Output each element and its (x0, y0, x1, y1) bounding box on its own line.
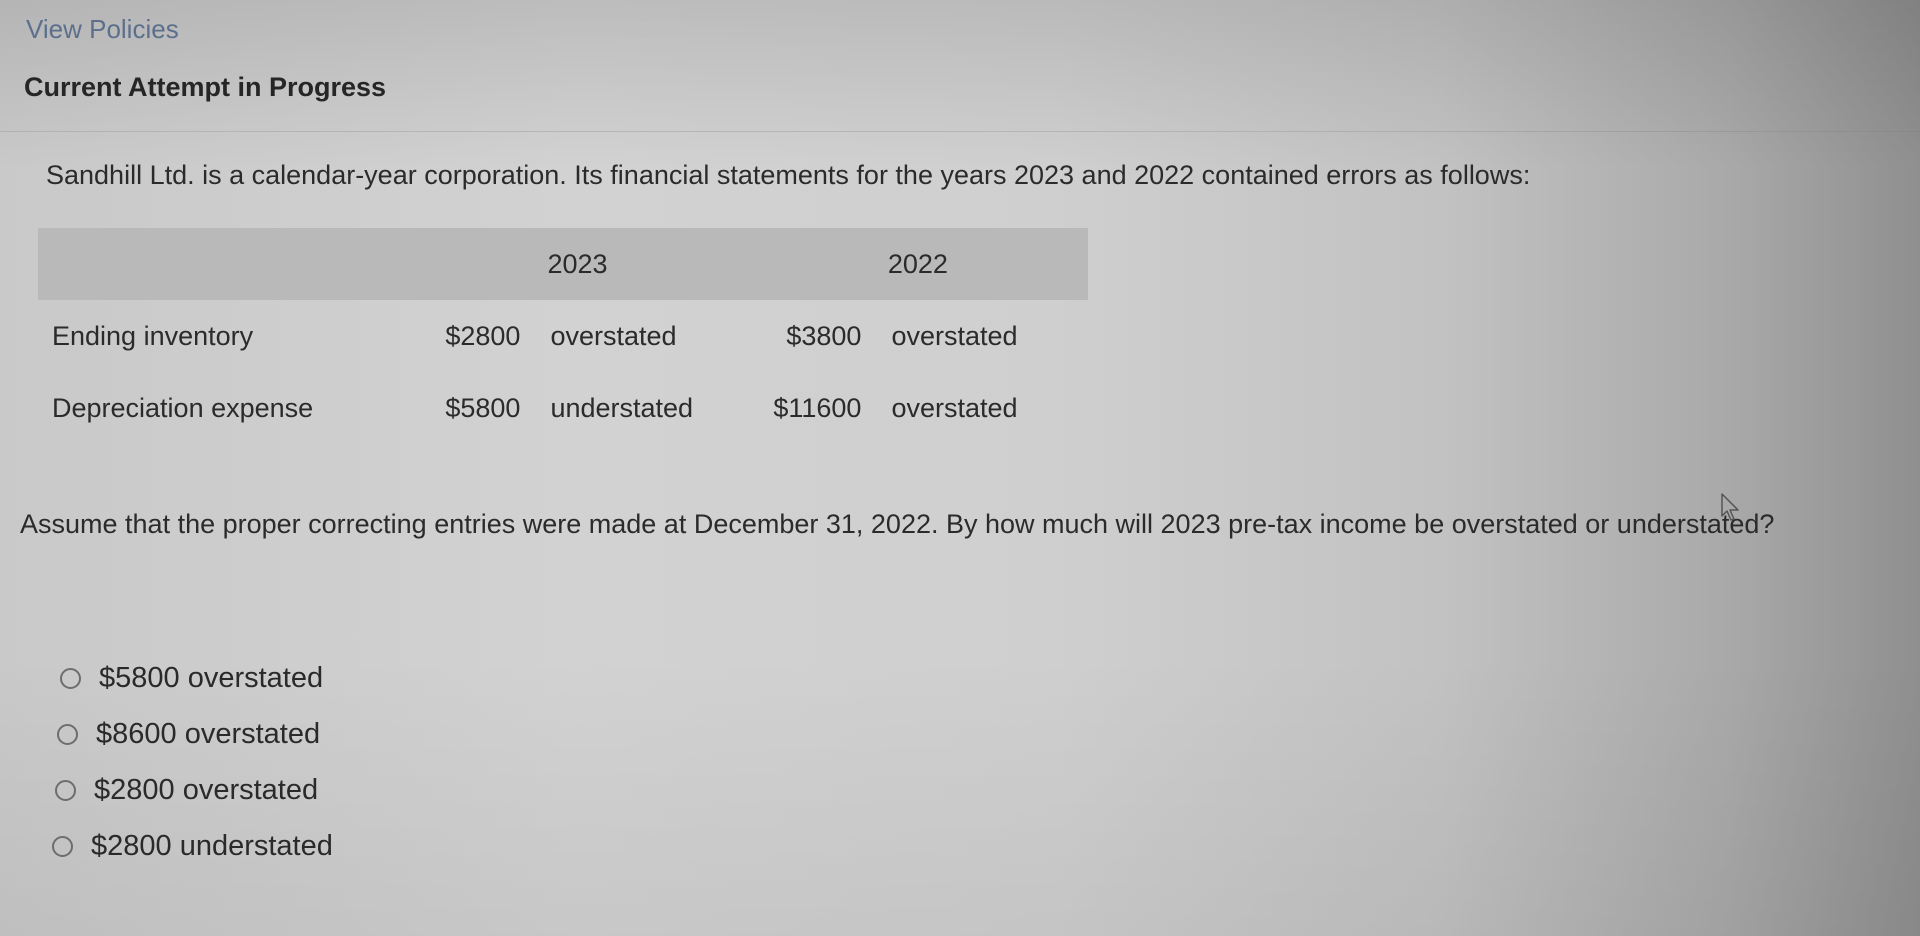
question-text: Assume that the proper correcting entrie… (20, 509, 1775, 539)
radio-icon[interactable] (57, 723, 78, 745)
answer-option[interactable]: $8600 overstated (57, 706, 333, 762)
answer-option-label[interactable]: $2800 overstated (94, 774, 318, 807)
answer-option[interactable]: $2800 overstated (55, 762, 333, 818)
problem-intro: Sandhill Ltd. is a calendar-year corpora… (46, 160, 1531, 190)
direction-2023: overstated (550, 320, 677, 351)
row-label: Depreciation expense (52, 392, 314, 423)
radio-icon[interactable] (60, 667, 81, 689)
answer-option[interactable]: $2800 understated (52, 818, 333, 874)
radio-icon[interactable] (55, 779, 76, 801)
table-row: Depreciation expense $5800 understated $… (38, 372, 1088, 444)
row-label: Ending inventory (52, 320, 254, 351)
radio-icon[interactable] (52, 835, 73, 857)
amount-2022: $3800 (786, 320, 862, 351)
answer-options: $5800 overstated $8600 overstated $2800 … (52, 650, 333, 874)
mouse-pointer-icon (1721, 493, 1739, 521)
direction-2023: understated (550, 392, 694, 423)
header-divider (0, 131, 1920, 132)
errors-table: 2023 2022 Ending inventory $2800 oversta… (38, 228, 1088, 444)
view-policies-link[interactable]: View Policies (26, 14, 179, 45)
amount-2023: $2800 (445, 320, 521, 351)
table-header-2023: 2023 (547, 248, 608, 279)
answer-option-label[interactable]: $8600 overstated (96, 718, 320, 751)
table-row: Ending inventory $2800 overstated $3800 … (38, 300, 1088, 372)
attempt-status-heading: Current Attempt in Progress (24, 72, 387, 102)
answer-option-label[interactable]: $2800 understated (91, 830, 333, 863)
direction-2022: overstated (891, 320, 1018, 351)
answer-option[interactable]: $5800 overstated (60, 650, 333, 706)
table-header-row: 2023 2022 (38, 228, 1088, 300)
amount-2022: $11600 (773, 392, 862, 423)
table-header-2022: 2022 (887, 248, 948, 279)
direction-2022: overstated (891, 392, 1018, 423)
amount-2023: $5800 (445, 392, 521, 423)
table-header-blank (38, 228, 407, 300)
answer-option-label[interactable]: $5800 overstated (99, 662, 323, 695)
